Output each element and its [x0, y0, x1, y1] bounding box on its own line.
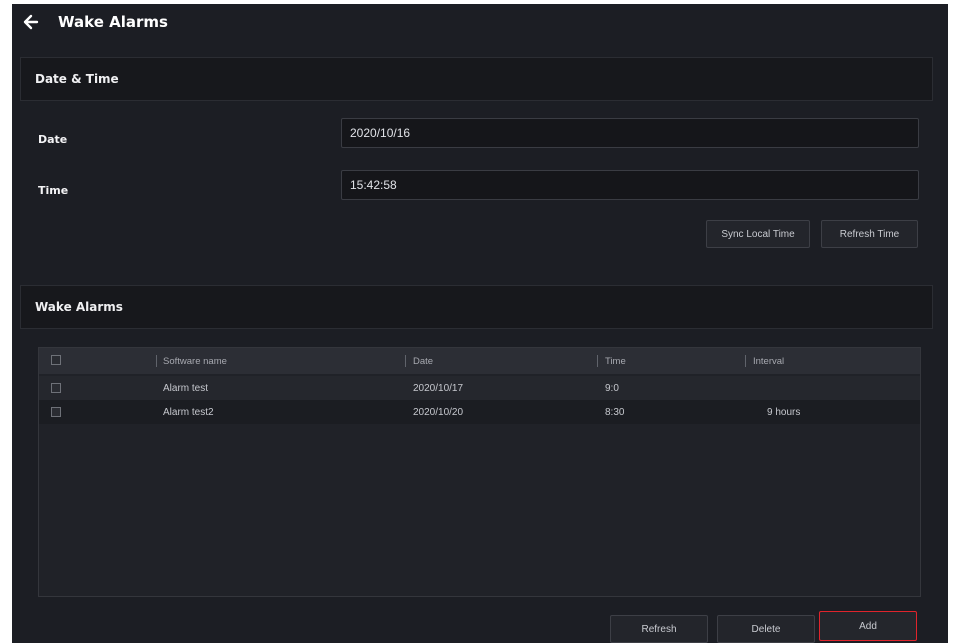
- column-separator: [156, 355, 157, 367]
- row-checkbox[interactable]: [51, 383, 61, 393]
- arrow-left-icon[interactable]: [22, 13, 40, 31]
- column-header-interval[interactable]: Interval: [753, 348, 784, 374]
- date-label: Date: [38, 133, 68, 146]
- time-cell: 9:0: [605, 382, 619, 394]
- wake-alarms-section-header: Wake Alarms: [20, 285, 933, 329]
- row-checkbox[interactable]: [51, 407, 61, 417]
- sync-local-time-button[interactable]: Sync Local Time: [706, 220, 810, 248]
- date-time-section-title: Date & Time: [35, 72, 119, 86]
- wake-alarms-window: Wake Alarms Date & Time Date Time Sync L…: [12, 4, 948, 643]
- title-bar: Wake Alarms: [12, 4, 948, 44]
- wake-alarms-section-title: Wake Alarms: [35, 300, 123, 314]
- date-cell: 2020/10/17: [413, 382, 464, 394]
- date-field[interactable]: [341, 118, 919, 148]
- software-name-cell: Alarm test: [163, 382, 209, 394]
- time-field[interactable]: [341, 170, 919, 200]
- software-name-cell: Alarm test2: [163, 406, 214, 418]
- time-cell: 8:30: [605, 406, 625, 418]
- interval-cell: 9 hours: [767, 406, 801, 418]
- date-time-section-header: Date & Time: [20, 57, 933, 101]
- select-all-checkbox[interactable]: [51, 355, 61, 365]
- delete-button[interactable]: Delete: [717, 615, 815, 643]
- column-separator: [405, 355, 406, 367]
- add-button[interactable]: Add: [819, 611, 917, 641]
- date-cell: 2020/10/20: [413, 406, 464, 418]
- table-header: Software name Date Time Interval: [39, 348, 920, 374]
- column-header-software-name[interactable]: Software name: [163, 348, 227, 374]
- page-title: Wake Alarms: [58, 13, 168, 31]
- table-row[interactable]: Alarm test 2020/10/17 9:0: [39, 376, 920, 400]
- table-row[interactable]: Alarm test2 2020/10/20 8:30 9 hours: [39, 400, 920, 424]
- column-separator: [745, 355, 746, 367]
- column-header-time[interactable]: Time: [605, 348, 626, 374]
- alarms-table: Software name Date Time Interval Alarm t…: [38, 347, 921, 597]
- time-label: Time: [38, 184, 69, 197]
- column-separator: [597, 355, 598, 367]
- refresh-button[interactable]: Refresh: [610, 615, 708, 643]
- column-header-date[interactable]: Date: [413, 348, 433, 374]
- refresh-time-button[interactable]: Refresh Time: [821, 220, 918, 248]
